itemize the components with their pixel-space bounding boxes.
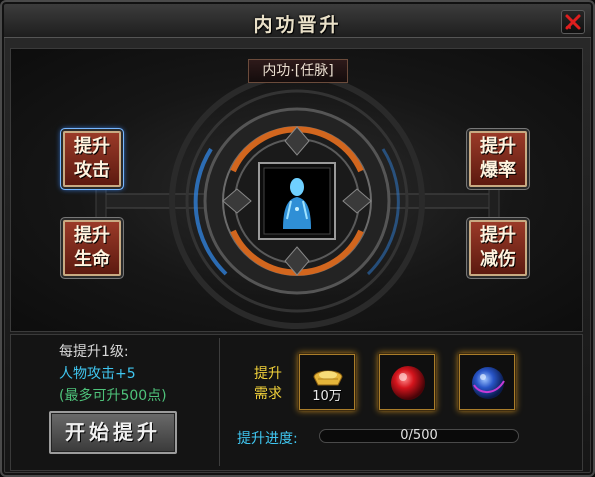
panel-divider <box>219 338 220 466</box>
progress-text: 0/500 <box>400 428 438 443</box>
button-label-bottom: 减伤 <box>480 249 516 270</box>
red-orb-icon <box>391 366 425 400</box>
requirement-label: 提升 需求 <box>248 364 288 404</box>
requirement-label-top: 提升 <box>254 366 282 382</box>
gold-amount: 10万 <box>312 389 342 404</box>
max-points-text: (最多可升500点) <box>59 388 167 404</box>
title-bar: 内功晋升 <box>4 4 591 38</box>
start-upgrade-button[interactable]: 开始提升 <box>49 411 177 454</box>
button-label-top: 提升 <box>480 225 516 246</box>
meridian-stage: 内功·[任脉] <box>10 48 583 332</box>
requirement-slot-red-orb[interactable] <box>379 354 435 410</box>
button-label-bottom: 攻击 <box>74 160 110 181</box>
window-title: 内功晋升 <box>253 14 342 36</box>
close-button[interactable] <box>561 10 585 34</box>
requirement-slot-blue-orb[interactable] <box>459 354 515 410</box>
button-label-top: 提升 <box>74 136 110 157</box>
raise-reduce-button[interactable]: 提升 减伤 <box>469 220 527 276</box>
meridian-subtitle: 内功·[任脉] <box>248 59 348 83</box>
per-level-label: 每提升1级: <box>59 344 129 360</box>
requirement-slot-gold[interactable]: 10万 <box>299 354 355 410</box>
button-label-bottom: 爆率 <box>480 160 516 181</box>
requirement-label-bottom: 需求 <box>254 386 282 402</box>
raise-life-button[interactable]: 提升 生命 <box>63 220 121 276</box>
meridian-emblem <box>95 73 500 329</box>
attack-bonus-text: 人物攻击+5 <box>59 366 136 382</box>
progress-label: 提升进度: <box>237 431 298 447</box>
blue-orb-icon <box>472 367 505 399</box>
raise-attack-button[interactable]: 提升 攻击 <box>63 131 121 187</box>
close-x-icon <box>565 14 581 30</box>
button-label-bottom: 生命 <box>74 249 110 270</box>
button-label-top: 提升 <box>480 136 516 157</box>
button-label-top: 提升 <box>74 225 110 246</box>
raise-crit-button[interactable]: 提升 爆率 <box>469 131 527 187</box>
